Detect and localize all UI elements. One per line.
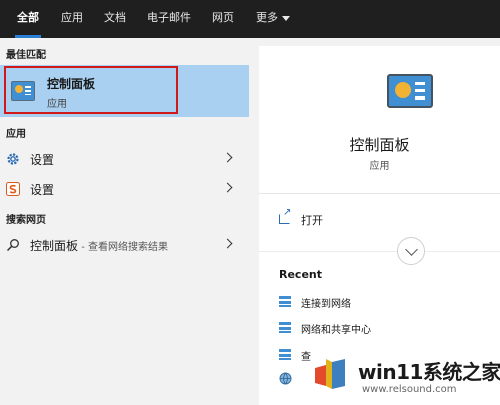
best-match-text: 控制面板 应用 (34, 68, 174, 112)
gear-icon (7, 153, 19, 165)
recent-header: Recent (279, 268, 323, 281)
open-icon (279, 207, 291, 224)
web-result-suffix: - 查看网络搜索结果 (78, 242, 168, 253)
results-list: 最佳匹配 控制面板 应用 应用 设置 设置 搜索网页 控制面板 - 查看网络搜索… (0, 38, 249, 405)
tab-email[interactable]: 电子邮件 (147, 0, 191, 38)
control-panel-small-icon (279, 349, 291, 360)
tab-documents[interactable]: 文档 (104, 0, 126, 38)
app-result-label: 设置 (30, 183, 55, 197)
web-search-result[interactable]: 控制面板 - 查看网络搜索结果 (0, 231, 249, 259)
recent-item-label: 连接到网络 (301, 299, 351, 310)
tab-web[interactable]: 网页 (212, 0, 234, 38)
divider (259, 251, 500, 252)
best-match-result[interactable]: 控制面板 应用 (0, 65, 249, 117)
app-result-settings-2[interactable]: 设置 (0, 175, 249, 203)
section-web: 搜索网页 (6, 215, 46, 226)
chevron-right-icon (222, 238, 233, 249)
best-match-subtitle: 应用 (47, 99, 67, 110)
search-filter-bar: 全部 应用 文档 电子邮件 网页 更多 (0, 0, 500, 38)
preview-title: 控制面板 (349, 136, 410, 154)
control-panel-large-icon (387, 74, 433, 108)
control-panel-small-icon (279, 296, 291, 307)
preview-subtitle: 应用 (369, 161, 390, 172)
highlight-box: 控制面板 应用 (4, 66, 178, 114)
watermark-url: www.relsound.com (362, 384, 457, 395)
web-result-text: 控制面板 - 查看网络搜索结果 (30, 237, 168, 254)
divider (259, 193, 500, 194)
open-label: 打开 (301, 214, 323, 227)
tab-more[interactable]: 更多 (256, 0, 290, 38)
chevron-right-icon (222, 182, 233, 193)
control-panel-icon (11, 81, 35, 101)
section-apps: 应用 (6, 129, 26, 140)
caret-down-icon (282, 15, 290, 21)
settings-app-icon (6, 182, 20, 196)
web-result-label: 控制面板 (30, 239, 79, 253)
recent-item-label: 网络和共享中心 (301, 325, 371, 336)
section-best-match: 最佳匹配 (6, 50, 46, 61)
search-icon (6, 239, 19, 252)
tab-all[interactable]: 全部 (15, 0, 41, 38)
control-panel-small-icon (279, 322, 291, 333)
tab-more-label: 更多 (256, 11, 278, 24)
network-icon (279, 372, 292, 385)
best-match-title: 控制面板 (47, 77, 96, 91)
app-result-settings[interactable]: 设置 (0, 145, 249, 173)
watermark-text: win11系统之家 (358, 360, 500, 384)
tab-apps[interactable]: 应用 (61, 0, 83, 38)
windows-logo (315, 359, 345, 389)
chevron-right-icon (222, 152, 233, 163)
app-result-label: 设置 (30, 153, 55, 167)
watermark: win11系统之家 www.relsound.com (300, 352, 500, 405)
expand-button[interactable] (397, 237, 425, 265)
